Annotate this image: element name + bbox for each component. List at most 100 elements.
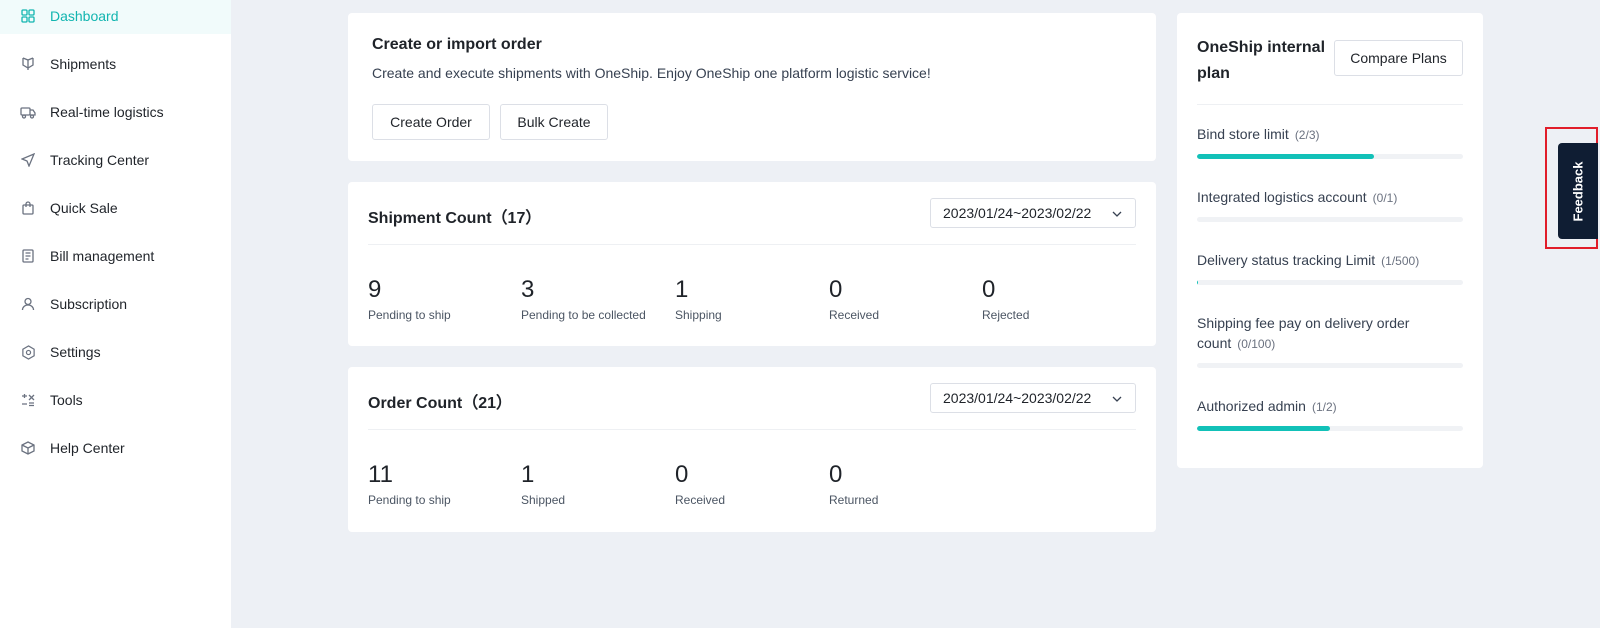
sidebar-item-label: Bill management xyxy=(50,248,155,264)
sidebar-item-label: Subscription xyxy=(50,296,128,312)
sidebar-item-label: Tracking Center xyxy=(50,152,150,168)
stat-returned[interactable]: 0 Returned xyxy=(829,461,979,507)
sidebar-item-label: Shipments xyxy=(50,56,117,72)
limit-name: Delivery status tracking Limit xyxy=(1197,252,1376,268)
tools-icon xyxy=(20,392,36,408)
feedback-button[interactable]: Feedback xyxy=(1558,143,1598,239)
stat-value: 3 xyxy=(521,276,535,303)
sidebar-item-label: Tools xyxy=(50,392,83,408)
sidebar-item-shipments[interactable]: Shipments xyxy=(0,46,231,82)
create-order-button[interactable]: Create Order xyxy=(372,104,490,140)
stat-label: Received xyxy=(829,308,880,322)
sidebar-item-label: Dashboard xyxy=(50,8,119,24)
sidebar-item-subscription[interactable]: Subscription xyxy=(0,286,231,322)
navigation-icon xyxy=(20,152,36,168)
stat-value: 11 xyxy=(368,461,393,488)
order-date-range-select[interactable]: 2023/01/24~2023/02/22 xyxy=(930,383,1136,413)
sidebar-item-quick-sale[interactable]: Quick Sale xyxy=(0,190,231,226)
date-range-value: 2023/01/24~2023/02/22 xyxy=(943,205,1092,221)
shipment-count-title: Shipment Count（17） xyxy=(368,210,542,227)
create-order-description: Create and execute shipments with OneShi… xyxy=(372,65,931,81)
progress-fill xyxy=(1197,426,1330,431)
stat-value: 0 xyxy=(829,461,843,488)
divider xyxy=(368,429,1136,430)
sidebar-item-label: Real-time logistics xyxy=(50,104,164,120)
sidebar-item-help-center[interactable]: Help Center xyxy=(0,430,231,466)
plan-title: OneShip internal plan xyxy=(1197,39,1326,82)
sidebar-item-real-time-logistics[interactable]: Real-time logistics xyxy=(0,94,231,130)
limit-name: Bind store limit xyxy=(1197,126,1289,142)
truck-icon xyxy=(20,104,36,120)
stat-pending-to-ship[interactable]: 9 Pending to ship xyxy=(368,276,518,322)
progress-bar xyxy=(1197,217,1463,222)
order-count-title: Order Count（21） xyxy=(368,395,513,412)
shipment-icon xyxy=(20,56,36,72)
limit-count: (1/2) xyxy=(1311,400,1337,414)
sidebar-item-tracking-center[interactable]: Tracking Center xyxy=(0,142,231,178)
shipment-count-card: Shipment Count（17） 2023/01/24~2023/02/22… xyxy=(348,182,1156,346)
sidebar-item-label: Settings xyxy=(50,344,101,360)
order-count-card: Order Count（21） 2023/01/24~2023/02/22 11… xyxy=(348,367,1156,532)
progress-fill xyxy=(1197,280,1198,285)
sidebar-item-bill-management[interactable]: Bill management xyxy=(0,238,231,274)
stat-label: Rejected xyxy=(982,308,1030,322)
stat-label: Shipping xyxy=(675,308,722,322)
chevron-down-icon xyxy=(1111,392,1123,404)
stat-rejected[interactable]: 0 Rejected xyxy=(982,276,1132,322)
limit-count: (0/100) xyxy=(1237,337,1276,351)
sidebar-item-settings[interactable]: Settings xyxy=(0,334,231,370)
box-icon xyxy=(20,440,36,456)
limit-count: (2/3) xyxy=(1294,128,1320,142)
bill-icon xyxy=(20,248,36,264)
stat-value: 1 xyxy=(521,461,535,488)
stat-label: Pending to ship xyxy=(368,308,451,322)
stat-pending-to-be-collected[interactable]: 3 Pending to be collected xyxy=(521,276,671,322)
shipment-date-range-select[interactable]: 2023/01/24~2023/02/22 xyxy=(930,198,1136,228)
stat-label: Returned xyxy=(829,493,879,507)
sidebar-item-label: Help Center xyxy=(50,440,125,456)
progress-bar xyxy=(1197,363,1463,368)
sidebar-item-tools[interactable]: Tools xyxy=(0,382,231,418)
progress-bar xyxy=(1197,280,1463,285)
grid-icon xyxy=(20,8,36,24)
user-icon xyxy=(20,296,36,312)
sidebar-item-dashboard[interactable]: Dashboard xyxy=(0,0,231,34)
compare-plans-button[interactable]: Compare Plans xyxy=(1334,40,1463,76)
stat-received[interactable]: 0 Received xyxy=(829,276,979,322)
plan-card: OneShip internal plan Compare Plans Bind… xyxy=(1177,13,1483,468)
shopping-bag-icon xyxy=(20,200,36,216)
stat-received[interactable]: 0 Received xyxy=(675,461,825,507)
stat-value: 0 xyxy=(675,461,689,488)
stat-label: Pending to ship xyxy=(368,493,451,507)
stat-value: 0 xyxy=(829,276,843,303)
stat-value: 0 xyxy=(982,276,996,303)
stat-label: Received xyxy=(675,493,726,507)
divider xyxy=(368,244,1136,245)
settings-icon xyxy=(20,344,36,360)
stat-shipped[interactable]: 1 Shipped xyxy=(521,461,671,507)
sidebar: Dashboard Shipments Real-time logistics … xyxy=(0,0,231,628)
divider xyxy=(1197,104,1463,105)
progress-bar xyxy=(1197,154,1463,159)
stat-shipping[interactable]: 1 Shipping xyxy=(675,276,825,322)
limit-shipping-fee-pay-on-delivery: Shipping fee pay on delivery order count… xyxy=(1197,313,1463,353)
limit-name: Integrated logistics account xyxy=(1197,189,1367,205)
bulk-create-button[interactable]: Bulk Create xyxy=(500,104,608,140)
stat-value: 1 xyxy=(675,276,689,303)
feedback-label: Feedback xyxy=(1570,161,1586,221)
create-order-title: Create or import order xyxy=(372,36,542,53)
create-order-card: Create or import order Create and execut… xyxy=(348,13,1156,161)
stat-value: 9 xyxy=(368,276,382,303)
date-range-value: 2023/01/24~2023/02/22 xyxy=(943,390,1092,406)
limit-name: Shipping fee pay on delivery order count xyxy=(1197,315,1410,351)
limit-bind-store: Bind store limit (2/3) xyxy=(1197,124,1463,144)
progress-bar xyxy=(1197,426,1463,431)
stat-label: Pending to be collected xyxy=(521,308,646,322)
progress-fill xyxy=(1197,154,1375,159)
stat-pending-to-ship[interactable]: 11 Pending to ship xyxy=(368,461,518,507)
limit-count: (0/1) xyxy=(1372,191,1398,205)
limit-count: (1/500) xyxy=(1381,254,1420,268)
limit-name: Authorized admin xyxy=(1197,398,1306,414)
chevron-down-icon xyxy=(1111,207,1123,219)
stat-label: Shipped xyxy=(521,493,566,507)
